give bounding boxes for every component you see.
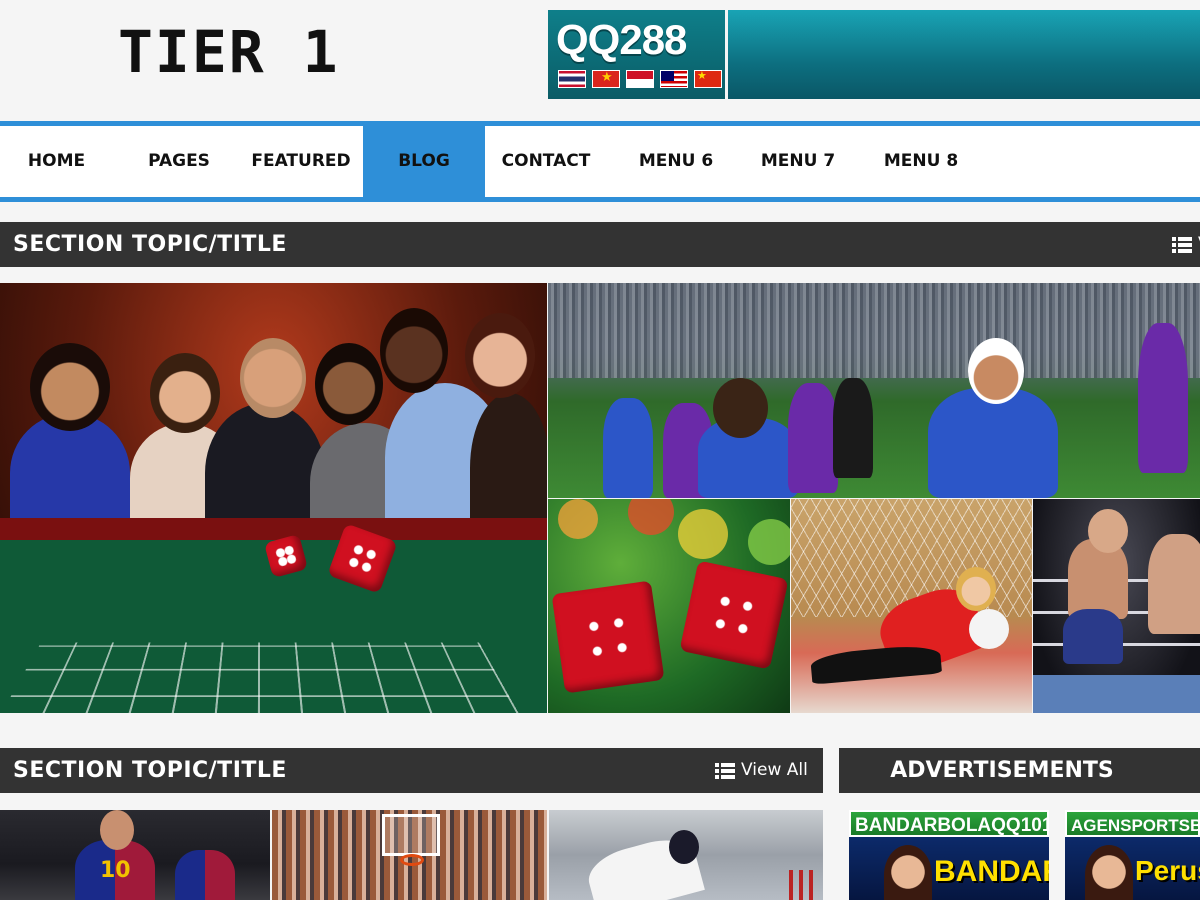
list-icon <box>715 762 735 779</box>
ad-bandarbola-body: BANDAR <box>849 837 1049 900</box>
cricket-thumbnail[interactable] <box>549 810 823 900</box>
stumps <box>789 870 793 900</box>
list-icon <box>1172 236 1192 253</box>
person-1-head <box>30 343 110 431</box>
advertisements-bar: ADVERTISEMENTS <box>839 748 1200 793</box>
nav-blog[interactable]: BLOG <box>363 126 485 197</box>
china-flag-icon <box>694 69 722 88</box>
featured-section-bar: SECTION TOPIC/TITLE V <box>0 222 1200 267</box>
goalkeeper-image[interactable] <box>791 499 1032 713</box>
site-header: TIER 1 QQ288 <box>0 0 1200 120</box>
player-4 <box>788 383 838 493</box>
ring-floor <box>1033 675 1200 713</box>
featured-collage <box>0 283 1200 713</box>
person-4-head <box>315 343 383 425</box>
banner-message-image[interactable] <box>728 10 1200 99</box>
hoop-icon <box>400 854 424 866</box>
ad-agensportsbook-header: AGENSPORTSBOOK <box>1065 810 1200 837</box>
bokeh <box>678 509 728 559</box>
boxer-1 <box>1068 539 1128 619</box>
player-jersey <box>175 850 235 900</box>
ad-bandarbola-header: BANDARBOLAQQ101 <box>849 810 1049 837</box>
nav-home[interactable]: HOME <box>0 126 113 197</box>
casino-image[interactable] <box>0 283 547 713</box>
jersey-number: 10 <box>100 858 131 883</box>
ad-agensportsbook-body: Perusa <box>1065 837 1200 900</box>
thailand-flag-icon <box>558 70 586 88</box>
nav-menu-8[interactable]: MENU 8 <box>862 126 980 197</box>
batsman-helmet <box>669 830 699 864</box>
dice-icon <box>679 560 789 670</box>
indonesia-flag-icon <box>626 70 654 88</box>
nav-contact[interactable]: CONTACT <box>487 126 605 197</box>
person-6-head <box>465 313 535 398</box>
view-all-link[interactable]: View All <box>715 748 808 793</box>
boxer-1-shorts <box>1063 609 1123 664</box>
boxer-2 <box>1148 534 1200 634</box>
player-1 <box>603 398 653 498</box>
player-head <box>100 810 134 850</box>
player-6 <box>1138 323 1188 473</box>
stadium-stands <box>548 283 1200 378</box>
featured-section-title: SECTION TOPIC/TITLE <box>13 232 287 257</box>
banner-flags <box>558 69 722 88</box>
bokeh <box>748 519 790 565</box>
nav-pages[interactable]: PAGES <box>120 126 238 197</box>
page: TIER 1 QQ288 HOME PAGES FEATURED BLOG CO… <box>0 0 1200 900</box>
boxing-image[interactable] <box>1033 499 1200 713</box>
bokeh <box>628 499 674 535</box>
ad-agensportsbook-word: Perusa <box>1135 855 1200 886</box>
keeper-legs <box>809 643 943 685</box>
backboard <box>382 814 440 856</box>
person-3-head <box>240 338 306 418</box>
player-5-head <box>968 338 1024 404</box>
dice-icon <box>551 580 665 694</box>
second-section-title: SECTION TOPIC/TITLE <box>13 758 287 783</box>
nav-menu-6[interactable]: MENU 6 <box>617 126 735 197</box>
bokeh <box>558 499 598 539</box>
header-banner-ad[interactable]: QQ288 <box>548 10 1200 99</box>
site-logo[interactable]: TIER 1 <box>118 18 340 86</box>
ad-bandarbola-word: BANDAR <box>934 855 1049 888</box>
football-thumbnail[interactable]: 10 <box>0 810 270 900</box>
ad-model-image <box>1085 845 1133 900</box>
ball-icon <box>969 609 1009 649</box>
basketball-thumbnail[interactable] <box>272 810 547 900</box>
ad-model-image <box>884 845 932 900</box>
cricket-image[interactable] <box>548 283 1200 498</box>
person-2-head <box>150 353 220 433</box>
featured-view-all-link[interactable]: V <box>1172 222 1200 267</box>
player-5 <box>928 388 1058 498</box>
boxer-1-head <box>1088 509 1128 553</box>
person-1 <box>10 413 130 533</box>
vietnam-flag-icon <box>592 70 620 88</box>
keeper-head <box>956 567 996 611</box>
nav-featured[interactable]: FEATURED <box>242 126 360 197</box>
banner-brand-text: QQ288 <box>556 16 687 63</box>
roulette-grid <box>0 642 526 713</box>
nav-menu-7[interactable]: MENU 7 <box>739 126 857 197</box>
second-section-bar: SECTION TOPIC/TITLE View All <box>0 748 823 793</box>
official <box>833 378 873 478</box>
dice-image[interactable] <box>548 499 790 713</box>
article-thumbnails: 10 <box>0 810 823 900</box>
malaysia-flag-icon <box>660 70 688 88</box>
player-3-head <box>713 378 768 438</box>
main-navigation: HOME PAGES FEATURED BLOG CONTACT MENU 6 … <box>0 121 1200 202</box>
banner-brand-logo[interactable]: QQ288 <box>548 10 725 99</box>
person-5-head <box>380 308 448 393</box>
ad-agensportsbook[interactable]: AGENSPORTSBOOK Perusa <box>1065 810 1200 900</box>
view-all-label: View All <box>741 760 808 780</box>
ad-bandarbola[interactable]: BANDARBOLAQQ101 BANDAR <box>849 810 1049 900</box>
advertisements-title: ADVERTISEMENTS <box>890 758 1114 783</box>
